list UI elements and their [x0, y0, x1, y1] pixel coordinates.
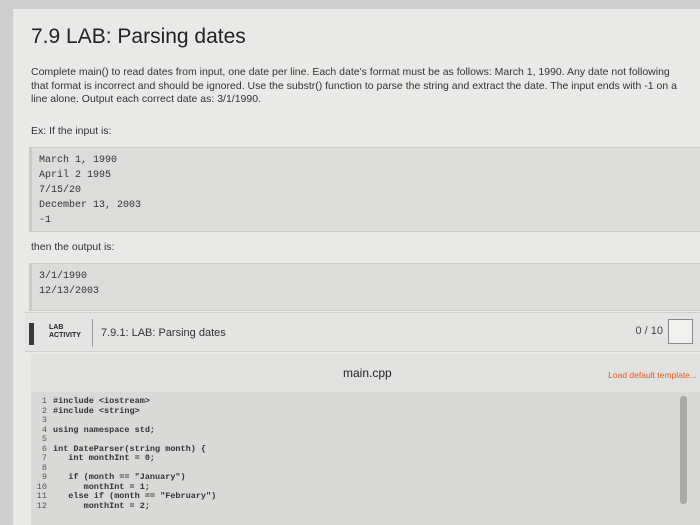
code-text: else if (month == "February"): [53, 491, 217, 501]
lab-activity-header: LAB ACTIVITY 7.9.1: LAB: Parsing dates 0…: [25, 312, 700, 352]
input-line: December 13, 2003: [39, 200, 142, 211]
code-text: int DateParser(string month) {: [53, 443, 207, 454]
code-editor-panel: main.cpp Load default template... 1 #incl…: [31, 354, 700, 525]
code-line[interactable]: 12 monthInt = 2;: [33, 500, 216, 512]
code-text: #include <iostream>: [53, 396, 150, 406]
page-title: 7.9 LAB: Parsing dates: [31, 25, 246, 48]
code-line[interactable]: 7 int monthInt = 0;: [33, 453, 216, 464]
lab-activity-tag: LAB ACTIVITY: [49, 324, 81, 340]
input-line: -1: [39, 215, 52, 226]
description-line: line alone. Output each correct date as:…: [31, 93, 261, 105]
score-checkbox: [668, 319, 693, 344]
lab-tag-line: LAB: [49, 324, 64, 331]
example-output-box: 3/1/1990 12/13/2003: [29, 263, 700, 311]
lab-page: 7.9 LAB: Parsing dates Complete main() t…: [12, 8, 700, 525]
score-label: 0 / 10: [635, 325, 663, 337]
code-text: using namespace std;: [53, 424, 156, 435]
input-line: April 2 1995: [39, 170, 112, 181]
code-line[interactable]: 2 #include <string>: [33, 405, 216, 417]
activity-tag-line: ACTIVITY: [49, 332, 81, 339]
code-line[interactable]: 4 using namespace std;: [33, 424, 216, 436]
line-number: 12: [36, 500, 47, 511]
filename-label: main.cpp: [343, 366, 392, 380]
editor-scrollbar[interactable]: [680, 396, 687, 504]
output-line: 12/13/2003: [39, 286, 100, 297]
code-lines: 1 #include <iostream> 2 #include <string> 3 4…: [33, 396, 217, 512]
input-line: 7/15/20: [39, 185, 82, 196]
description-line: that format is incorrect and should be i…: [31, 79, 677, 92]
code-text: #include <string>: [53, 405, 140, 416]
code-text: monthInt = 1;: [53, 481, 150, 492]
divider: [92, 319, 93, 347]
code-text: int monthInt = 0;: [53, 453, 156, 463]
output-label: then the output is:: [31, 241, 115, 253]
code-text: if (month == "January"): [53, 472, 186, 482]
load-default-template-link[interactable]: Load default template...: [608, 370, 697, 380]
example-label: Ex: If the input is:: [31, 125, 112, 137]
lab-description: Complete main() to read dates from input…: [31, 66, 691, 107]
example-input-box: March 1, 1990 April 2 1995 7/15/20 Decem…: [29, 147, 700, 232]
description-line: Complete main() to read dates from input…: [31, 66, 670, 78]
activity-title: 7.9.1: LAB: Parsing dates: [101, 327, 226, 339]
code-text: monthInt = 2;: [53, 500, 150, 511]
input-line: March 1, 1990: [39, 155, 118, 166]
output-line: 3/1/1990: [39, 271, 88, 282]
activity-accent-bar: [29, 323, 34, 345]
code-editor[interactable]: 1 #include <iostream> 2 #include <string> 3 4…: [31, 392, 700, 525]
